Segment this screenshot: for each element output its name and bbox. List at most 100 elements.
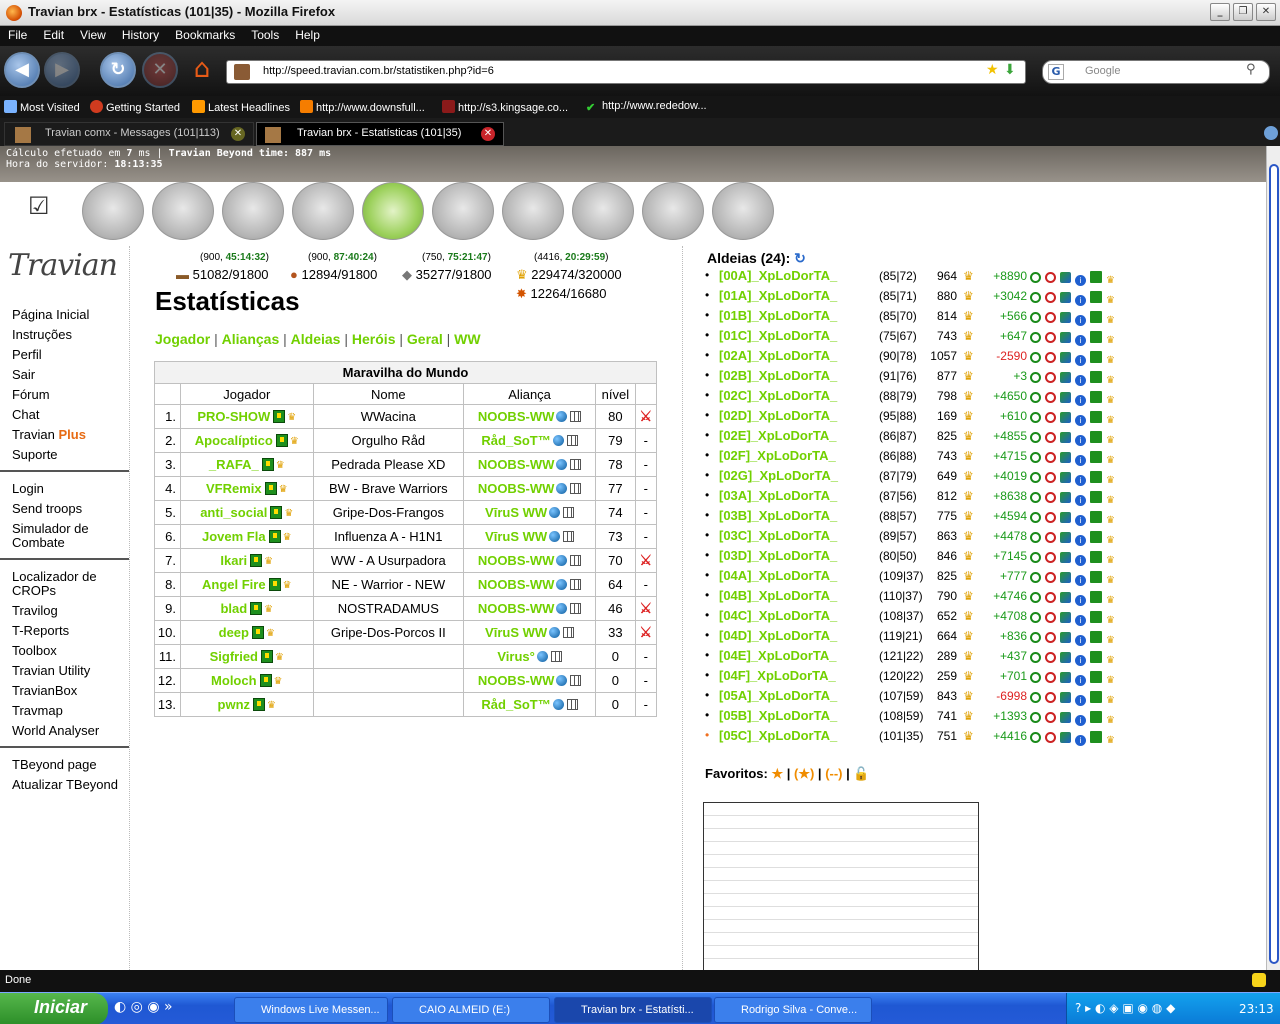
alliance-link[interactable]: VīruS WW	[485, 505, 547, 520]
send-troops-icon[interactable]	[1060, 632, 1071, 643]
flag-icon[interactable]	[1090, 571, 1102, 583]
send-troops-icon[interactable]	[1060, 312, 1071, 323]
alliance-stats-icon[interactable]	[570, 555, 582, 566]
task-windows-live-messenger[interactable]: Windows Live Messen...	[234, 997, 388, 1023]
nav-toolbox[interactable]: Toolbox	[12, 644, 57, 658]
village-link[interactable]: [02F]_XpLoDorTA_	[719, 448, 836, 463]
bookmark-most-visited[interactable]: Most Visited	[4, 100, 80, 114]
attack-target-icon[interactable]	[1045, 432, 1056, 443]
crown-icon[interactable]: ♛	[1106, 655, 1115, 666]
player-link[interactable]: Angel Fire	[202, 577, 266, 592]
send-troops-icon[interactable]	[1060, 672, 1071, 683]
globe-icon[interactable]	[536, 651, 548, 662]
menu-help[interactable]: Help	[287, 26, 328, 42]
flag-icon[interactable]	[1090, 611, 1102, 623]
flag-icon[interactable]	[1090, 491, 1102, 503]
nav-sair[interactable]: Sair	[12, 368, 35, 382]
reload-button[interactable]: ↻	[100, 52, 136, 88]
crossed-swords-icon[interactable]: ⚔	[640, 408, 653, 425]
google-engine-icon[interactable]: G	[1048, 64, 1064, 80]
village-link[interactable]: [02B]_XpLoDorTA_	[719, 368, 837, 383]
info-icon[interactable]: i	[1075, 535, 1086, 546]
nav-simulador[interactable]: Simulador de Combate	[12, 522, 89, 550]
attack-target-icon[interactable]	[1045, 552, 1056, 563]
send-troops-icon[interactable]	[1060, 472, 1071, 483]
flag-icon[interactable]	[1090, 351, 1102, 363]
alliance-link[interactable]: NOOBS-WW	[478, 601, 555, 616]
village-link[interactable]: [03A]_XpLoDorTA_	[719, 488, 837, 503]
bookmark-getting-started[interactable]: Getting Started	[90, 100, 180, 114]
crown-icon[interactable]: ♛	[1106, 575, 1115, 586]
globe-icon[interactable]	[556, 411, 568, 422]
tray-icons[interactable]: ? ▸ ◐ ◈ ▣ ◉ ◍ ◆	[1075, 1001, 1175, 1015]
player-cell[interactable]: anti_social ♛	[180, 500, 314, 525]
bookmark-kingsage[interactable]: http://s3.kingsage.co...	[442, 100, 568, 114]
village-link[interactable]: [04D]_XpLoDorTA_	[719, 628, 837, 643]
target-icon[interactable]	[1030, 592, 1041, 603]
village-link[interactable]: [02G]_XpLoDorTA_	[719, 468, 838, 483]
nav-t-reports[interactable]: T-Reports	[12, 624, 69, 638]
nav-travian-utility[interactable]: Travian Utility	[12, 664, 90, 678]
village-link[interactable]: [02C]_XpLoDorTA_	[719, 388, 837, 403]
attack-target-icon[interactable]	[1045, 492, 1056, 503]
alliance-cell[interactable]: NOOBS-WW	[463, 572, 597, 597]
nav-travian-plus[interactable]: Travian Plus	[12, 428, 86, 442]
back-button[interactable]: ◀	[4, 52, 40, 88]
send-troops-icon[interactable]	[1060, 412, 1071, 423]
globe-icon[interactable]	[552, 699, 564, 710]
tools-icon[interactable]	[712, 182, 774, 240]
alliance-stats-icon[interactable]	[563, 507, 575, 518]
flag-icon[interactable]	[1090, 691, 1102, 703]
target-icon[interactable]	[1030, 472, 1041, 483]
attack-cell[interactable]: -	[634, 500, 658, 525]
alliance-link[interactable]: NOOBS-WW	[478, 553, 555, 568]
go-arrow-icon[interactable]: ⬇	[1004, 62, 1016, 78]
attack-target-icon[interactable]	[1045, 612, 1056, 623]
target-icon[interactable]	[1030, 692, 1041, 703]
alliance-stats-icon[interactable]	[566, 699, 578, 710]
info-icon[interactable]: i	[1075, 415, 1086, 426]
flag-icon[interactable]	[1090, 531, 1102, 543]
globe-icon[interactable]	[556, 483, 568, 494]
player-link[interactable]: VFRemix	[206, 481, 262, 496]
crown-icon[interactable]: ♛	[1106, 435, 1115, 446]
village-link[interactable]: [05A]_XpLoDorTA_	[719, 688, 837, 703]
player-link[interactable]: Moloch	[211, 673, 257, 688]
alliance-cell[interactable]: VīruS WW	[463, 620, 597, 645]
search-input[interactable]: Google	[1042, 60, 1270, 84]
nav-travmap[interactable]: Travmap	[12, 704, 63, 718]
tab-aldeias[interactable]: Aldeias	[291, 331, 341, 347]
alliance-cell[interactable]: NOOBS-WW	[463, 668, 597, 693]
info-icon[interactable]: i	[1075, 395, 1086, 406]
attack-cell[interactable]: -	[634, 644, 658, 669]
send-troops-icon[interactable]	[1060, 572, 1071, 583]
crown-icon[interactable]: ♛	[1106, 395, 1115, 406]
task-travian-firefox[interactable]: Travian brx - Estatísti...	[554, 997, 712, 1023]
star-add-icon[interactable]: (★)	[794, 766, 814, 781]
start-button[interactable]: Iniciar	[0, 993, 108, 1024]
crown-icon[interactable]: ♛	[1106, 515, 1115, 526]
attack-cell[interactable]: ⚔	[634, 404, 658, 429]
page-scrollbar[interactable]	[1266, 146, 1280, 970]
flag-icon[interactable]	[1090, 651, 1102, 663]
maximize-button[interactable]: ❐	[1233, 3, 1253, 21]
alliance-link[interactable]: NOOBS-WW	[478, 457, 555, 472]
target-icon[interactable]	[1030, 532, 1041, 543]
target-icon[interactable]	[1030, 552, 1041, 563]
alliance-stats-icon[interactable]	[570, 459, 582, 470]
village-link[interactable]: [02D]_XpLoDorTA_	[719, 408, 837, 423]
nav-world-analyser[interactable]: World Analyser	[12, 724, 99, 738]
info-icon[interactable]: i	[1075, 275, 1086, 286]
crown-icon[interactable]: ♛	[1106, 735, 1115, 746]
send-troops-icon[interactable]	[1060, 652, 1071, 663]
attack-target-icon[interactable]	[1045, 372, 1056, 383]
info-icon[interactable]: i	[1075, 555, 1086, 566]
alliance-link[interactable]: VīruS WW	[485, 529, 547, 544]
alliance-cell[interactable]: NOOBS-WW	[463, 404, 597, 429]
crown-icon[interactable]: ♛	[1106, 335, 1115, 346]
globe-icon[interactable]	[549, 627, 561, 638]
attack-target-icon[interactable]	[1045, 652, 1056, 663]
target-icon[interactable]	[1030, 612, 1041, 623]
info-icon[interactable]: i	[1075, 315, 1086, 326]
nav-travilog[interactable]: Travilog	[12, 604, 58, 618]
